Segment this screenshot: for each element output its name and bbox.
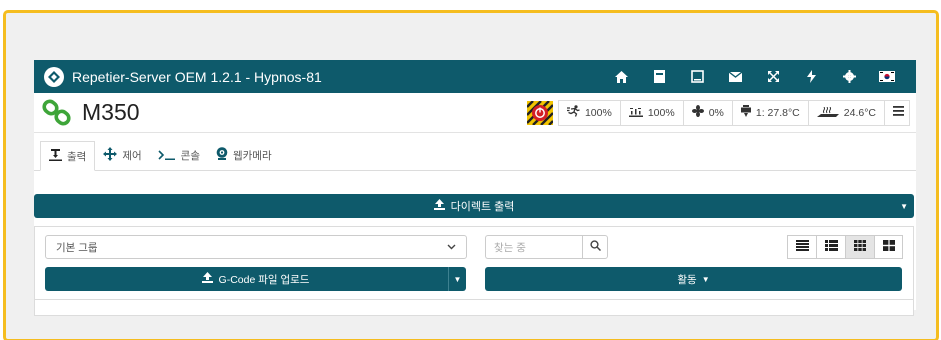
view-detail-list-button[interactable]	[816, 235, 845, 259]
fan-stat[interactable]: 0%	[682, 99, 732, 126]
tab-webcam[interactable]: 웹카메라	[208, 140, 280, 170]
activity-button[interactable]: 활동 ▼	[485, 267, 902, 291]
upload-icon	[433, 199, 445, 213]
sd-card-icon[interactable]	[640, 60, 678, 93]
window-icon[interactable]	[678, 60, 716, 93]
gear-icon[interactable]	[830, 60, 868, 93]
emergency-stop-button[interactable]	[526, 100, 554, 126]
tab-print[interactable]: 출력	[40, 141, 96, 171]
search-input[interactable]: 찾는 중	[485, 235, 582, 259]
envelope-icon[interactable]	[716, 60, 754, 93]
search-placeholder: 찾는 중	[494, 241, 526, 254]
hamburger-icon	[893, 106, 904, 119]
expand-icon[interactable]	[754, 60, 792, 93]
search-button[interactable]	[582, 235, 608, 259]
view-small-grid-button[interactable]	[845, 235, 874, 259]
group-select-value: 기본 그룹	[56, 241, 98, 254]
large-grid-icon	[882, 240, 895, 254]
status-group: 100% 100% 0% 1: 27.8°C 24.6°C	[526, 99, 910, 127]
search-icon	[589, 240, 601, 254]
flow-icon	[628, 106, 643, 120]
fan-value: 0%	[708, 106, 724, 119]
repetier-logo-icon	[44, 66, 64, 87]
view-toggle-group	[787, 235, 903, 259]
fan-icon	[691, 105, 704, 120]
view-list-button[interactable]	[787, 235, 816, 259]
printer-header: M350 100% 100% 0% 1: 27.8°C 24.6°C	[34, 93, 916, 133]
chevron-down-icon	[447, 242, 456, 253]
panel-divider	[35, 299, 913, 300]
tab-console[interactable]: 콘솔	[150, 140, 208, 170]
list-icon	[795, 240, 809, 254]
flow-value: 100%	[647, 106, 675, 119]
tab-webcam-label: 웹카메라	[232, 149, 272, 162]
app-window: Repetier-Server OEM 1.2.1 - Hypnos-81 M3…	[34, 60, 916, 316]
speed-value: 100%	[584, 106, 612, 119]
direct-print-label: 다이렉트 출력	[450, 201, 515, 213]
extruder-value: 1: 27.8°C	[755, 106, 800, 119]
tab-control-label: 제어	[122, 149, 142, 162]
upload-gcode-label: G-Code 파일 업로드	[218, 273, 310, 286]
printer-name: M350	[82, 99, 140, 125]
upload-icon	[201, 272, 213, 286]
webcam-icon	[216, 147, 228, 163]
app-title: Repetier-Server OEM 1.2.1 - Hypnos-81	[72, 68, 322, 85]
caret-down-icon: ▼	[453, 274, 462, 284]
tab-control[interactable]: 제어	[95, 140, 149, 170]
upload-gcode-button[interactable]: G-Code 파일 업로드 ▼	[45, 267, 466, 291]
highlight-frame: Repetier-Server OEM 1.2.1 - Hypnos-81 M3…	[3, 10, 939, 340]
upload-dropdown-toggle[interactable]: ▼	[448, 267, 466, 291]
extruder-icon	[740, 105, 751, 120]
speed-stat[interactable]: 100%	[557, 99, 620, 126]
menu-button[interactable]	[884, 99, 910, 126]
flag-icon[interactable]	[868, 60, 906, 93]
group-select[interactable]: 기본 그룹	[45, 235, 467, 259]
print-panel: 기본 그룹 찾는 중 G-Code 파일 업로드 ▼ 활동 ▼	[34, 226, 914, 316]
tab-console-label: 콘솔	[180, 149, 200, 162]
detail-list-icon	[824, 240, 838, 254]
move-icon	[103, 146, 118, 164]
bolt-icon[interactable]	[792, 60, 830, 93]
caret-down-icon: ▼	[701, 274, 710, 284]
extruder-stat[interactable]: 1: 27.8°C	[731, 99, 808, 126]
bed-stat[interactable]: 24.6°C	[807, 99, 884, 126]
running-icon	[566, 105, 580, 120]
link-icon	[40, 98, 74, 128]
small-grid-icon	[854, 240, 866, 254]
flow-stat[interactable]: 100%	[619, 99, 683, 126]
bed-value: 24.6°C	[843, 106, 876, 119]
view-large-grid-button[interactable]	[874, 235, 903, 259]
direct-print-button[interactable]: 다이렉트 출력 ▼	[34, 194, 914, 218]
activity-label: 활동	[677, 273, 697, 286]
tab-print-label: 출력	[67, 150, 87, 163]
print-icon	[49, 148, 62, 164]
caret-down-icon[interactable]: ▼	[900, 202, 908, 211]
printer-tabs: 출력 제어 콘솔 웹카메라	[34, 133, 916, 171]
top-navbar: Repetier-Server OEM 1.2.1 - Hypnos-81	[34, 60, 916, 93]
home-icon[interactable]	[602, 60, 640, 93]
heated-bed-icon	[816, 106, 839, 120]
terminal-icon	[158, 148, 176, 163]
